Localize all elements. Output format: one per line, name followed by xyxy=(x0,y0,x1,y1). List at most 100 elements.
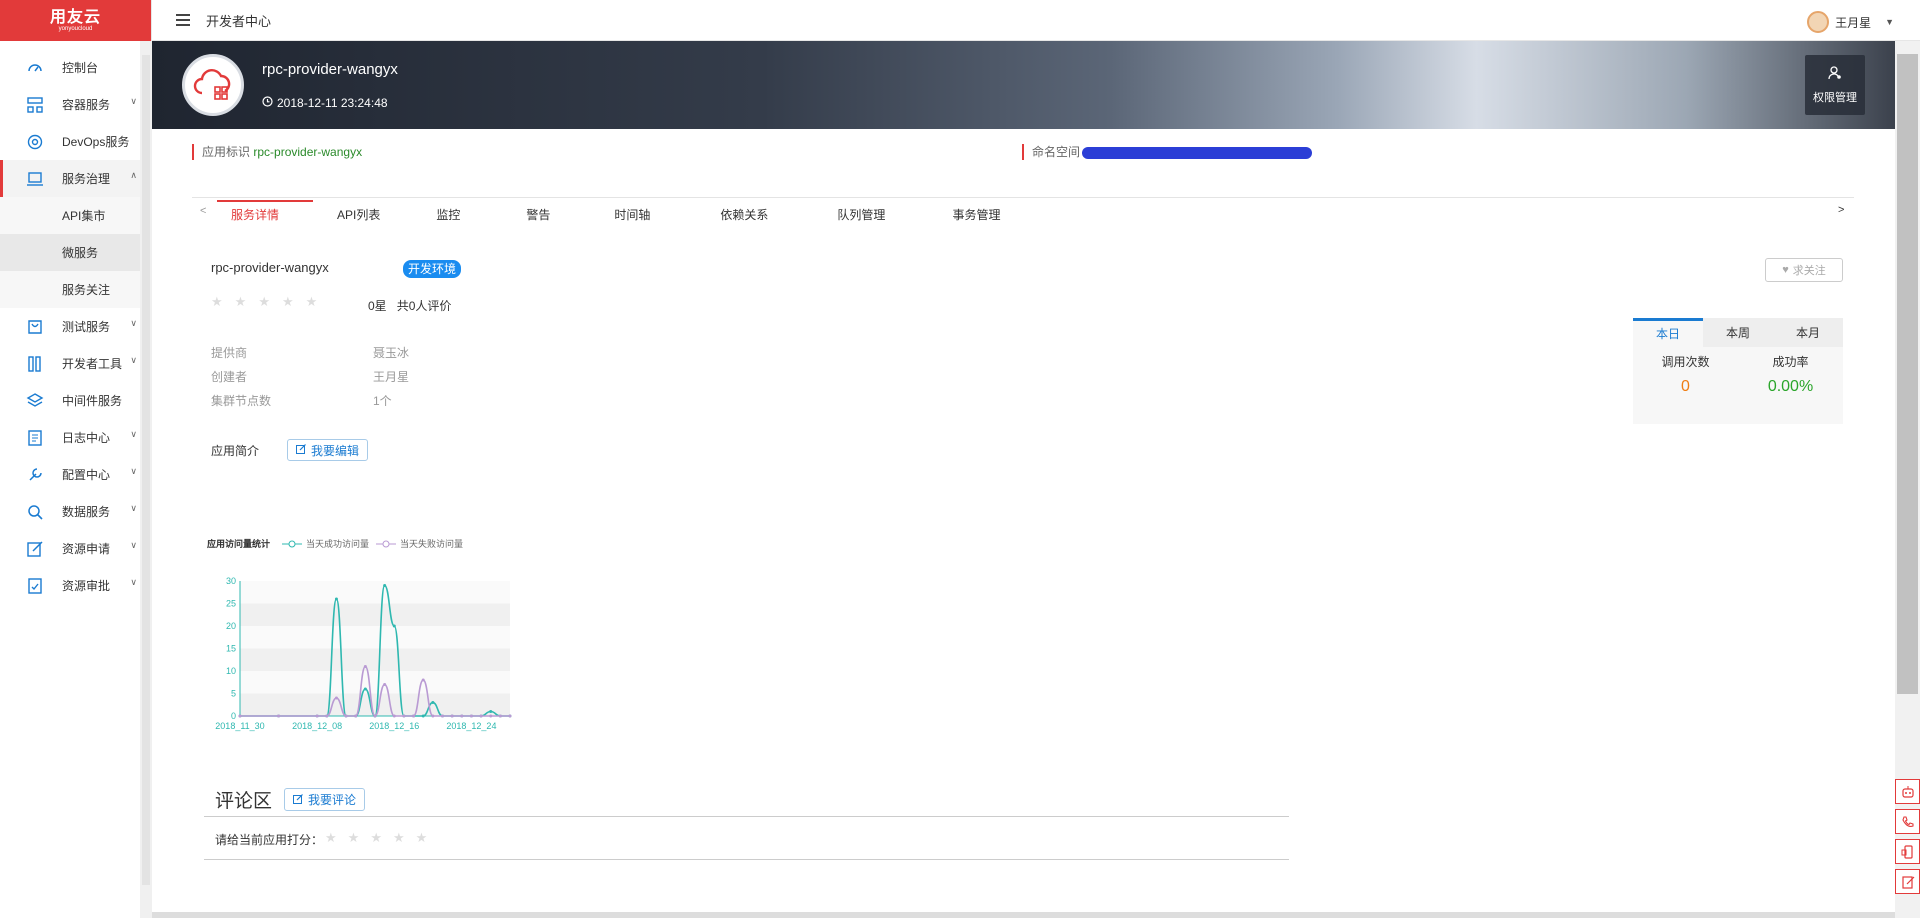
data-point xyxy=(363,665,367,668)
rating-summary: 0星 共0人评价 xyxy=(368,297,451,314)
data-point xyxy=(383,683,387,686)
data-point xyxy=(508,714,512,718)
comments-bottom-divider xyxy=(204,859,1289,860)
call-stats-panel: 本日 本周 本月 调用次数 成功率 0 0.00% xyxy=(1633,318,1843,424)
sidebar-item-logs[interactable]: 日志中心 ∨ xyxy=(0,419,151,456)
tab-api-list[interactable]: API列表 xyxy=(337,206,380,223)
chevron-up-icon: ∧ xyxy=(130,170,137,180)
data-point xyxy=(412,714,416,718)
star-icon[interactable]: ★ xyxy=(393,830,405,846)
star-icon[interactable]: ★ xyxy=(325,830,337,846)
data-point xyxy=(402,714,406,718)
clock-icon xyxy=(262,96,273,110)
tabs-next-icon[interactable]: > xyxy=(1838,204,1844,216)
tab-today[interactable]: 本日 xyxy=(1633,318,1703,347)
x-tick-label: 2018_12_24 xyxy=(446,721,496,731)
tab-week[interactable]: 本周 xyxy=(1703,318,1773,347)
stats-header: 调用次数 成功率 xyxy=(1633,353,1843,370)
banner-time: 2018-12-11 23:24:48 xyxy=(262,96,388,110)
chevron-down-icon: ∨ xyxy=(130,318,137,328)
horizontal-scrollbar[interactable] xyxy=(152,912,1895,918)
y-tick-label: 0 xyxy=(231,711,236,721)
sidebar-item-data[interactable]: 数据服务 ∨ xyxy=(0,493,151,530)
y-tick-label: 30 xyxy=(226,576,236,586)
tab-dependency[interactable]: 依赖关系 xyxy=(720,206,768,223)
comments-title: 评论区 xyxy=(215,791,273,812)
legend-success[interactable]: 当天成功访问量 xyxy=(282,537,369,550)
tab-monitor[interactable]: 监控 xyxy=(436,206,460,223)
tab-transaction[interactable]: 事务管理 xyxy=(952,206,1000,223)
tab-queue[interactable]: 队列管理 xyxy=(837,206,885,223)
test-icon xyxy=(26,318,44,336)
follow-button[interactable]: ♥ 求关注 xyxy=(1765,258,1843,282)
y-tick-label: 25 xyxy=(226,599,236,609)
legend-failure-marker xyxy=(376,540,396,547)
sidebar-item-console[interactable]: 控制台 xyxy=(0,49,151,86)
sidebar-item-resource-approval[interactable]: 资源审批 ∨ xyxy=(0,567,151,604)
success-rate-value: 0.00% xyxy=(1767,378,1814,395)
tab-warning[interactable]: 警告 xyxy=(526,206,550,223)
feedback-icon[interactable] xyxy=(1895,869,1920,894)
app-id-label: 应用标识 xyxy=(202,145,251,159)
data-point xyxy=(392,624,396,628)
star-icon: ★ xyxy=(258,294,270,309)
mobile-icon[interactable] xyxy=(1895,839,1920,864)
chevron-down-icon: ∨ xyxy=(130,429,137,439)
sidebar-item-devops[interactable]: DevOps服务 xyxy=(0,123,151,160)
star-icon[interactable]: ★ xyxy=(416,830,428,846)
chart-band xyxy=(240,671,510,694)
data-point xyxy=(354,714,358,718)
namespace-redacted xyxy=(1082,146,1313,159)
permission-management-button[interactable]: 权限管理 xyxy=(1805,55,1865,115)
sidebar-sub-api-market[interactable]: API集市 xyxy=(0,197,151,234)
robot-icon[interactable] xyxy=(1895,779,1920,804)
app-id-info: 应用标识 rpc-provider-wangyx xyxy=(192,144,362,160)
provider-value: 聂玉冰 xyxy=(373,346,410,360)
star-icon: ★ xyxy=(305,294,318,309)
sidebar-scrollbar-thumb[interactable] xyxy=(142,55,150,885)
sidebar-sub-followed[interactable]: 服务关注 xyxy=(0,271,151,308)
intro-label: 应用简介 xyxy=(211,444,260,458)
sidebar-item-governance[interactable]: 服务治理 ∧ xyxy=(0,160,151,197)
legend-failure-label: 当天失败访问量 xyxy=(400,539,464,549)
sidebar-item-middleware[interactable]: 中间件服务 xyxy=(0,382,151,419)
banner-time-text: 2018-12-11 23:24:48 xyxy=(277,96,388,110)
y-tick-label: 15 xyxy=(226,644,236,654)
calls-value: 0 xyxy=(1681,378,1690,395)
main-scrollbar-thumb[interactable] xyxy=(1897,54,1918,694)
sidebar-item-container[interactable]: 容器服务 ∨ xyxy=(0,86,151,123)
data-point xyxy=(238,714,242,718)
star-icon[interactable]: ★ xyxy=(370,830,382,846)
menu-toggle-icon[interactable] xyxy=(176,14,190,26)
caret-down-icon: ▼ xyxy=(1885,17,1894,27)
data-point xyxy=(383,584,387,587)
legend-failure[interactable]: 当天失败访问量 xyxy=(376,537,463,550)
namespace-label: 命名空间 xyxy=(1032,145,1081,159)
sidebar-item-config[interactable]: 配置中心 ∨ xyxy=(0,456,151,493)
wrench-icon xyxy=(26,466,44,484)
service-name: rpc-provider-wangyx xyxy=(211,260,329,275)
phone-icon[interactable] xyxy=(1895,809,1920,834)
chevron-down-icon: ∨ xyxy=(130,466,137,476)
star-icon[interactable]: ★ xyxy=(348,830,360,846)
user-menu[interactable]: 王月星 ▼ xyxy=(1807,11,1894,33)
edit-icon xyxy=(26,540,44,558)
sidebar-sub-microservice[interactable]: 微服务 xyxy=(0,234,151,271)
container-icon xyxy=(26,96,44,114)
stats-tabs: 本日 本周 本月 xyxy=(1633,318,1843,347)
sidebar-item-resource-request[interactable]: 资源申请 ∨ xyxy=(0,530,151,567)
service-banner: rpc-provider-wangyx 2018-12-11 23:24:48 … xyxy=(152,41,1895,129)
y-tick-label: 5 xyxy=(231,689,236,699)
rate-stars[interactable]: ★ ★ ★ ★ ★ xyxy=(325,830,427,846)
tab-timeline[interactable]: 时间轴 xyxy=(614,206,650,223)
brand-logo[interactable]: 用友云 yonyoucloud xyxy=(0,0,151,41)
sidebar-item-label: 测试服务 xyxy=(62,320,111,334)
namespace-info: 命名空间 xyxy=(1022,144,1313,160)
tab-month[interactable]: 本月 xyxy=(1773,318,1843,347)
data-point xyxy=(325,714,329,718)
add-comment-button[interactable]: 我要评论 xyxy=(284,788,366,811)
sidebar-item-test[interactable]: 测试服务 ∨ xyxy=(0,308,151,345)
edit-intro-button[interactable]: 我要编辑 xyxy=(287,439,369,461)
sidebar-item-devtools[interactable]: 开发者工具 ∨ xyxy=(0,345,151,382)
tab-service-detail[interactable]: 服务详情 xyxy=(216,199,314,223)
